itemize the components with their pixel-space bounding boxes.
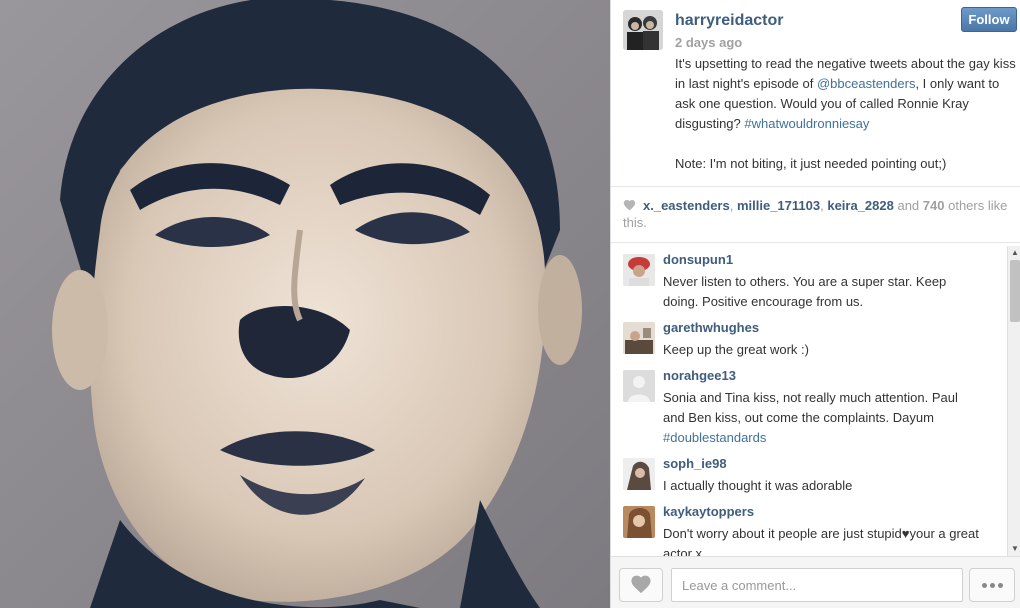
follow-button[interactable]: Follow	[961, 7, 1017, 32]
comment-input[interactable]	[671, 568, 963, 602]
comment-footer	[611, 556, 1020, 608]
commenter-avatar[interactable]	[623, 506, 655, 538]
liker-link-1[interactable]: x._eastenders	[643, 198, 730, 213]
scroll-up-arrow-icon[interactable]: ▲	[1008, 246, 1020, 260]
commenter-username[interactable]: soph_ie98	[663, 456, 727, 471]
likes-separator: ,	[729, 198, 737, 213]
caption-mention-link[interactable]: @bbceastenders	[817, 76, 915, 91]
comments-list: donsupun1 Never listen to others. You ar…	[611, 246, 1007, 556]
more-options-button[interactable]	[969, 568, 1015, 602]
liker-link-3[interactable]: keira_2828	[827, 198, 894, 213]
post-details-panel: harryreidactor 2 days ago Follow It's up…	[610, 0, 1020, 608]
more-options-dot	[989, 582, 995, 588]
liker-link-2[interactable]: millie_171103	[737, 198, 820, 213]
comment-text: I actually thought it was adorable	[663, 478, 853, 493]
commenter-username[interactable]: donsupun1	[663, 252, 733, 267]
comment-text-part: Sonia and Tina kiss, not really much att…	[663, 390, 958, 425]
commenter-username[interactable]: garethwhughes	[663, 320, 759, 335]
comment-text: Sonia and Tina kiss, not really much att…	[663, 388, 981, 448]
post-photo[interactable]	[0, 0, 610, 608]
commenter-avatar[interactable]	[623, 370, 655, 402]
comment-text: Never listen to others. You are a super …	[663, 274, 947, 309]
commenter-avatar[interactable]	[623, 254, 655, 286]
divider	[611, 186, 1020, 187]
author-avatar-image	[623, 10, 663, 50]
scroll-down-arrow-icon[interactable]: ▼	[1008, 542, 1020, 556]
comment-text: Keep up the great work :)	[663, 342, 809, 357]
caption-hashtag-link[interactable]: #whatwouldronniesay	[744, 116, 869, 131]
comment-hashtag-link[interactable]: #doublestandards	[663, 430, 766, 445]
likes-summary: x._eastenders, millie_171103, keira_2828…	[623, 198, 1013, 231]
commenter-avatar[interactable]	[623, 322, 655, 354]
portrait-image	[0, 0, 610, 608]
comment-text: Don't worry about it people are just stu…	[663, 526, 979, 556]
author-avatar[interactable]	[623, 10, 663, 50]
like-button[interactable]	[619, 568, 663, 602]
scroll-thumb[interactable]	[1010, 260, 1020, 322]
likes-and-text: and	[893, 198, 923, 213]
commenter-username[interactable]: kaykaytoppers	[663, 504, 754, 519]
more-options-dot	[997, 582, 1003, 588]
more-options-icon	[981, 582, 987, 588]
caption-note: Note: I'm not biting, it just needed poi…	[675, 156, 947, 171]
post-timestamp[interactable]: 2 days ago	[675, 35, 742, 50]
likes-count[interactable]: 740	[923, 198, 945, 213]
divider	[611, 242, 1020, 243]
author-username[interactable]: harryreidactor	[675, 12, 784, 30]
commenter-avatar[interactable]	[623, 458, 655, 490]
post-header: harryreidactor 2 days ago Follow It's up…	[623, 7, 1020, 188]
post-caption: It's upsetting to read the negative twee…	[675, 54, 1020, 174]
heart-icon	[630, 574, 652, 597]
comments-scrollbar[interactable]: ▲ ▼	[1007, 246, 1020, 556]
heart-icon	[623, 199, 637, 215]
commenter-username[interactable]: norahgee13	[663, 368, 736, 383]
